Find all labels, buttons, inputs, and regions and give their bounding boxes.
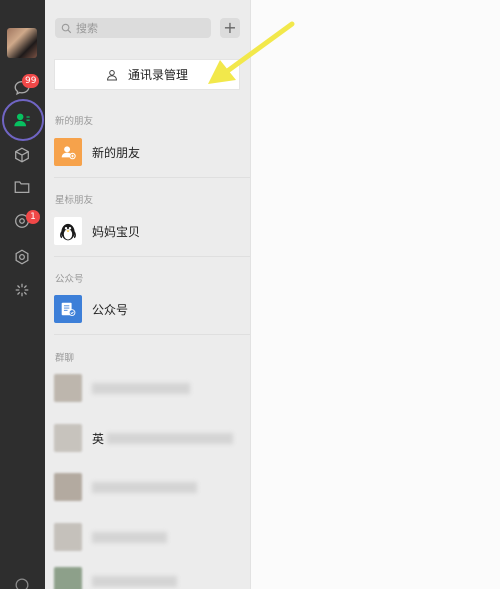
group-avatar: [54, 567, 82, 589]
contacts-manage-label: 通讯录管理: [127, 68, 188, 82]
group-row[interactable]: [45, 517, 250, 557]
divider: [54, 177, 250, 178]
phone-icon[interactable]: [10, 573, 34, 589]
section-groups-title: 群聊: [55, 353, 75, 364]
penguin-avatar-icon: [54, 217, 82, 245]
person-outline-icon: [106, 69, 117, 80]
group-row[interactable]: 英: [45, 418, 250, 458]
group-avatar: [54, 523, 82, 551]
files-icon[interactable]: [10, 175, 34, 199]
group-avatar: [54, 374, 82, 402]
group-name-blurred: [92, 482, 197, 493]
list-item-new-friends[interactable]: 新的朋友: [45, 132, 250, 172]
chat-unread-badge: 99: [22, 74, 40, 88]
list-item-label: 公众号: [92, 302, 129, 317]
section-official-title: 公众号: [55, 274, 84, 285]
list-item-label: 新的朋友: [92, 145, 141, 160]
user-avatar[interactable]: [7, 28, 37, 58]
list-item-starred-contact[interactable]: 妈妈宝贝: [45, 211, 250, 251]
favorites-icon[interactable]: [10, 143, 34, 167]
group-name-blurred: [107, 433, 233, 444]
group-name-blurred: [92, 532, 167, 543]
channels-icon[interactable]: [10, 278, 34, 302]
divider: [54, 256, 250, 257]
section-starred-title: 星标朋友: [55, 195, 94, 206]
group-name-fragment: 英: [92, 432, 105, 446]
group-avatar: [54, 473, 82, 501]
section-new-friends-title: 新的朋友: [55, 116, 94, 127]
group-avatar: [54, 424, 82, 452]
moments-badge: 1: [26, 210, 40, 224]
group-row[interactable]: [45, 561, 250, 589]
official-account-icon: [54, 295, 82, 323]
list-item-official-accounts[interactable]: 公众号: [45, 289, 250, 329]
contacts-icon[interactable]: [10, 108, 34, 132]
annotation-arrow: [208, 21, 295, 84]
miniprogram-icon[interactable]: [10, 245, 34, 269]
search-icon: [61, 23, 72, 33]
search-input[interactable]: [76, 21, 196, 35]
group-name-blurred: [92, 383, 190, 394]
search-box[interactable]: [55, 18, 211, 38]
group-row[interactable]: [45, 368, 250, 408]
group-name-blurred: [92, 576, 177, 587]
divider: [54, 334, 250, 335]
list-item-label: 妈妈宝贝: [92, 224, 141, 239]
navigation-rail: 99 1: [0, 0, 45, 589]
group-row[interactable]: [45, 467, 250, 507]
new-friend-icon: [54, 138, 82, 166]
